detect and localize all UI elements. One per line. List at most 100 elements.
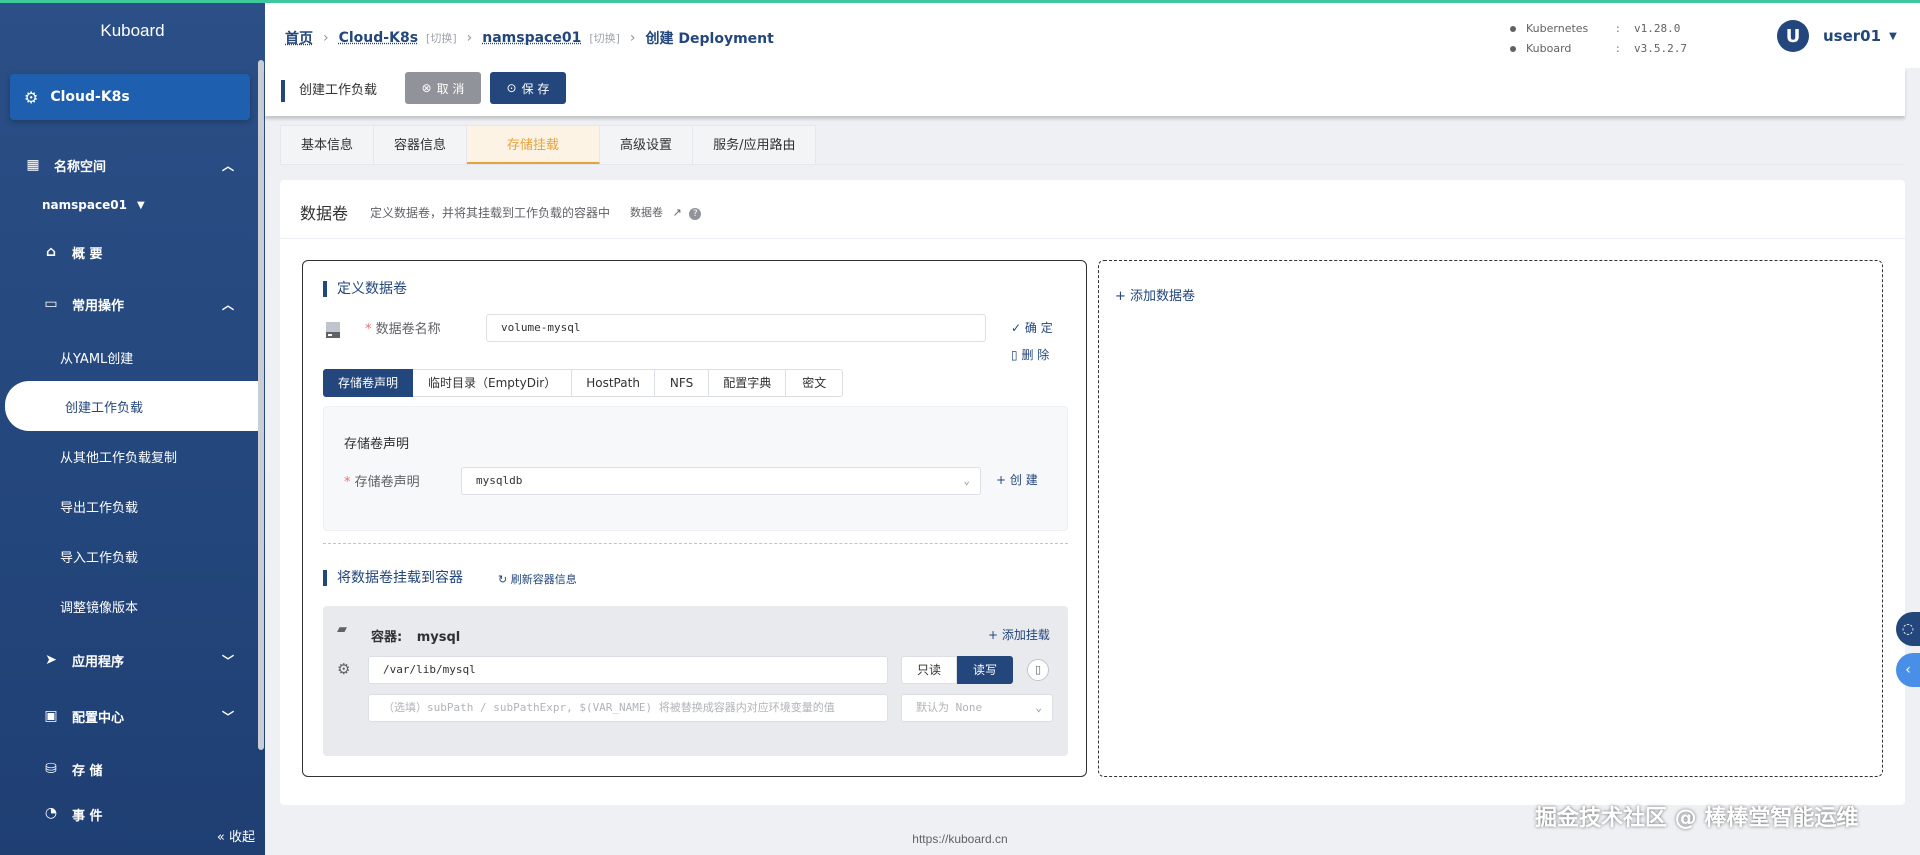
username: user01 [1823,27,1882,45]
crumb-cluster[interactable]: Cloud-K8s [339,30,418,46]
mount-title: 将数据卷挂载到容器 [323,570,463,586]
dashed-divider [323,543,1068,544]
nav-label: 事 件 [72,809,103,823]
bullet [1510,46,1516,52]
container-label: 容器: [371,630,403,645]
switch-namespace-link[interactable]: [切换] [589,30,620,46]
volume-name-label: * 数据卷名称 [365,318,441,337]
chevron-up-icon: ︿ [221,297,234,312]
card-header: 数据卷 定义数据卷，并将其挂载到工作负载的容器中 数据卷 ↗ ? [300,200,702,224]
trash-icon: ▯ [1011,348,1018,362]
nav-label: 配置中心 [72,710,125,726]
confirm-label: 确 定 [1024,321,1053,335]
nav-config[interactable]: ▣ 配置中心 ﹀ [0,702,258,730]
create-label: 创 建 [1009,473,1038,487]
type-secret[interactable]: 密文 [786,369,844,397]
help-icon: ? [689,208,702,220]
nav-adjust-image[interactable]: 调整镜像版本 [0,592,258,620]
nav-export-workload[interactable]: 导出工作负载 [0,492,258,520]
database-icon: ⛁ [45,761,57,777]
version-name: Kubernetes [1526,22,1589,35]
nav-overview[interactable]: ⌂ 概 要 [0,238,258,266]
subpath-input[interactable]: （选填）subPath / subPathExpr, $(VAR_NAME) 将… [368,694,888,722]
brand-logo[interactable]: Kuboard [0,0,265,62]
propagation-placeholder: 默认为 None [916,701,983,714]
mount-path-input[interactable]: /var/lib/mysql [368,656,888,684]
breadcrumb: 首页 › Cloud-K8s [切换] › namspace01 [切换] › … [285,28,774,48]
chevron-left-icon: ‹ [1905,662,1911,678]
volumes-doc-link[interactable]: 数据卷 ↗ ? [630,204,702,220]
cancel-button[interactable]: ⊗ 取 消 [405,72,481,104]
tab-basic-info[interactable]: 基本信息 [280,125,375,165]
refresh-containers-button[interactable]: ↻ 刷新容器信息 [498,571,577,587]
chevron-right-icon: › [466,30,473,46]
nav-apps[interactable]: ➤ 应用程序 ﹀ [0,646,258,674]
version-row: Kubernetes : v1.28.0 [1510,19,1687,39]
namespace-selector[interactable]: namspace01 ▼ [0,194,258,216]
readwrite-option[interactable]: 读写 [957,656,1013,684]
chevron-down-icon: ﹀ [221,709,234,724]
save-button[interactable]: ⊙ 保 存 [490,72,566,104]
add-volume-label: 添加数据卷 [1130,289,1196,304]
page-title: 创建工作负载 [281,80,377,102]
container-title: 容器: mysql [371,626,460,645]
check-circle-icon: ⊙ [506,81,517,95]
nav-copy-workload[interactable]: 从其他工作负载复制 [0,442,258,470]
container-mount-panel: ▰ 容器: mysql + 添加挂载 ⚙ /var/lib/mysql 只读 读… [323,606,1068,756]
double-chevron-left-icon: « [216,830,225,845]
gear-icon: ⚙ [24,87,39,107]
tab-container-info[interactable]: 容器信息 [374,125,468,165]
tab-bar: 基本信息 容器信息 存储挂载 高级设置 服务/应用路由 [280,125,817,165]
pvc-value: mysqldb [476,474,523,487]
chat-icon: ◌ [1901,621,1915,637]
section-description: 定义数据卷，并将其挂载到工作负载的容器中 [370,205,611,220]
nav-common-ops[interactable]: ▭ 常用操作 ︿ [0,290,258,318]
close-circle-icon: ⊗ [421,81,432,95]
section-title: 数据卷 [300,204,349,223]
collapse-label: 收起 [228,830,255,845]
sidebar-scrollbar[interactable] [258,60,264,750]
crumb-namespace[interactable]: namspace01 [482,30,581,46]
pvc-panel-title: 存储卷声明 [344,437,410,452]
crumb-home[interactable]: 首页 [285,28,313,48]
collapse-sidebar-button[interactable]: « 收起 [217,826,255,845]
plus-icon: + [996,473,1007,487]
nav-namespace-section[interactable]: ▦ 名称空间 ︿ [0,150,258,180]
add-mount-button[interactable]: + 添加挂载 [988,626,1050,643]
version-name: Kuboard [1526,42,1572,55]
remove-mount-button[interactable]: ▯ [1027,659,1049,681]
tab-service-route[interactable]: 服务/应用路由 [693,125,817,165]
tab-advanced[interactable]: 高级设置 [600,125,694,165]
docker-icon: ▰ [337,622,347,637]
tab-storage-mount[interactable]: 存储挂载 [467,125,601,165]
pvc-select[interactable]: mysqldb ⌄ [461,467,981,495]
add-volume-button[interactable]: + 添加数据卷 [1115,285,1195,304]
footer-link[interactable]: https://kuboard.cn [265,832,1655,846]
nav-storage[interactable]: ⛁ 存 储 [0,755,258,783]
cluster-selector[interactable]: ⚙ Cloud-K8s [10,74,250,120]
readonly-option[interactable]: 只读 [901,656,957,684]
sidebar: Kuboard ⚙ Cloud-K8s ▦ 名称空间 ︿ namspace01 … [0,0,265,855]
add-volume-box[interactable]: + 添加数据卷 [1098,260,1883,777]
propagation-select[interactable]: 默认为 None ⌄ [901,694,1053,722]
plus-icon: + [988,628,999,642]
nav-import-workload[interactable]: 导入工作负载 [0,542,258,570]
confirm-button[interactable]: ✓ 确 定 [1011,319,1053,336]
refresh-icon: ↻ [498,573,508,586]
external-link-icon: ↗ [672,206,682,219]
type-nfs[interactable]: NFS [654,369,710,397]
type-hostpath[interactable]: HostPath [572,369,655,397]
nav-from-yaml[interactable]: 从YAML创建 [0,343,258,371]
chevron-up-icon: ︿ [221,158,234,173]
cancel-label: 取 消 [436,81,465,96]
type-emptydir[interactable]: 临时目录（EmptyDir） [413,369,573,397]
nav-create-workload[interactable]: 创建工作负载 [5,381,260,431]
nav-events[interactable]: ◔ 事 件 [0,805,258,823]
create-pvc-button[interactable]: + 创 建 [996,471,1038,488]
user-menu[interactable]: U user01 ▼ [1777,20,1897,52]
type-configmap[interactable]: 配置字典 [709,369,787,397]
switch-cluster-link[interactable]: [切换] [426,30,457,46]
type-pvc[interactable]: 存储卷声明 [323,369,414,397]
delete-button[interactable]: ▯ 删 除 [1011,346,1049,363]
volume-name-input[interactable]: volume-mysql [486,314,986,342]
